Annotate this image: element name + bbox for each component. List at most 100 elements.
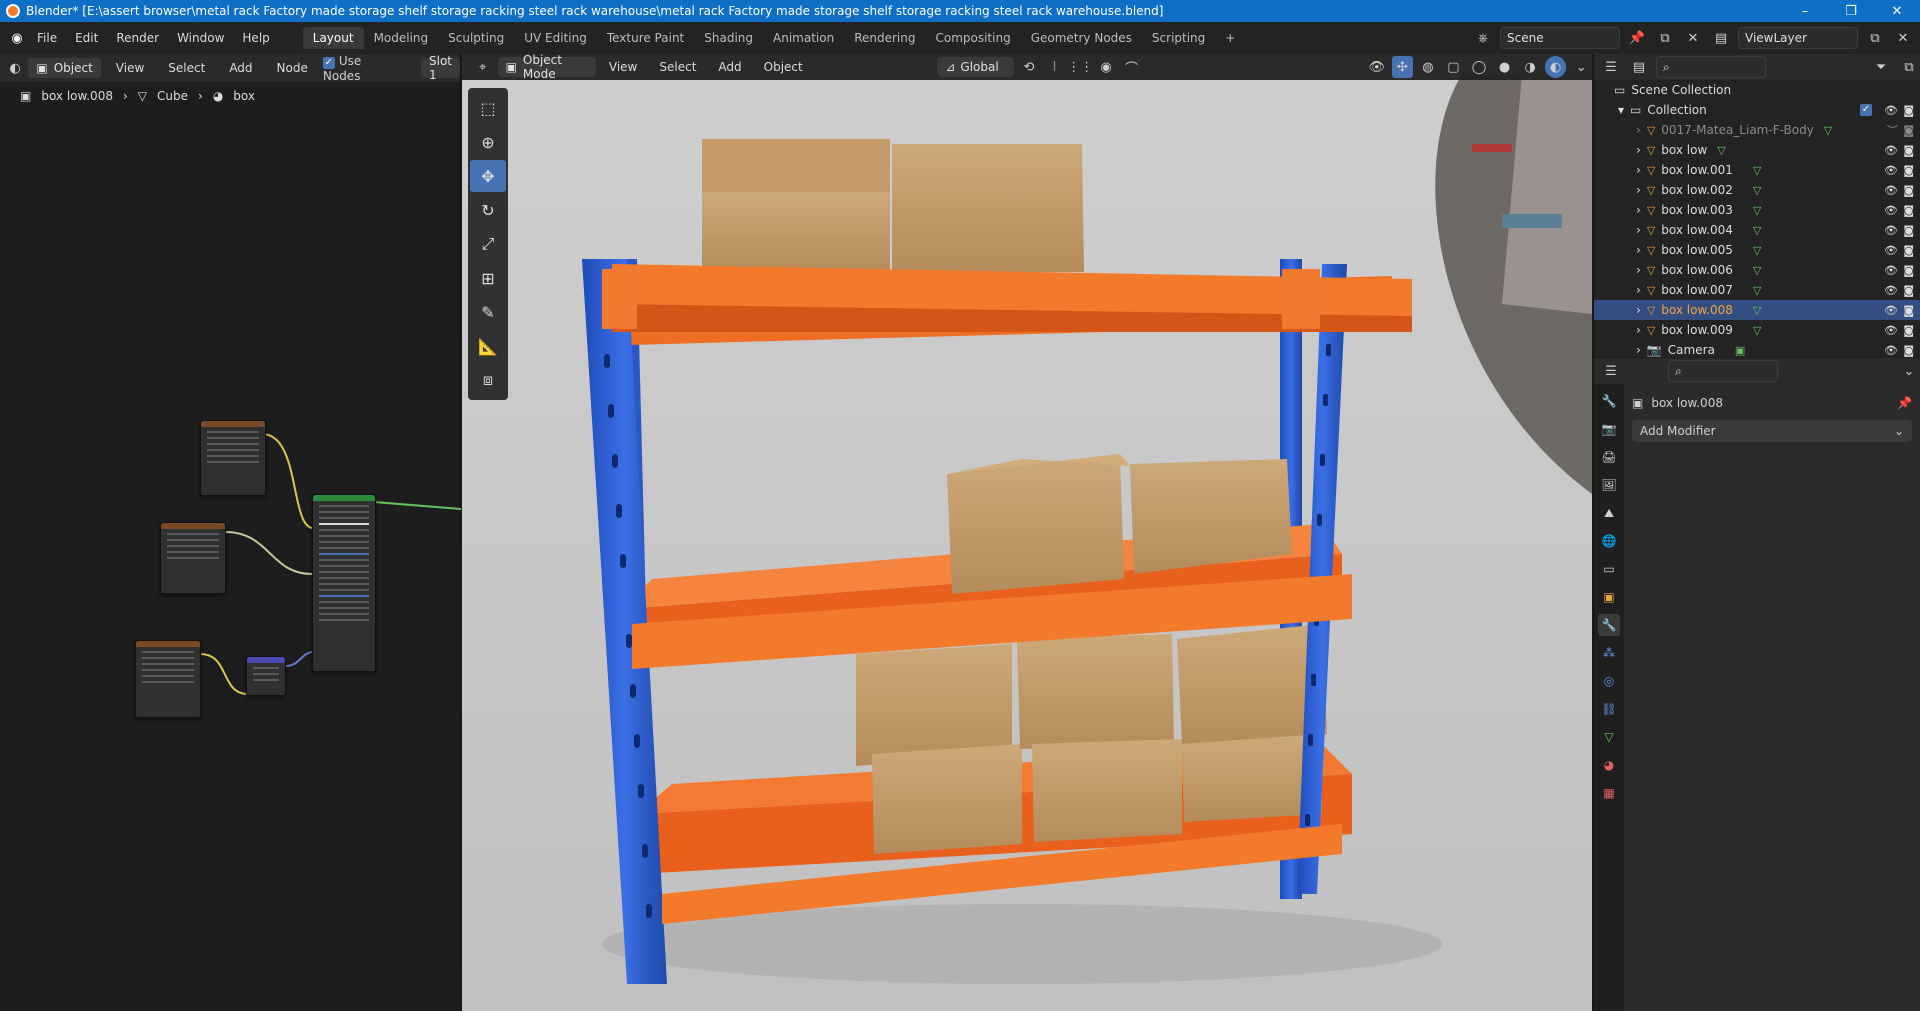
material-shading-icon[interactable]: ◑ (1519, 56, 1541, 78)
camera-render-icon[interactable]: ◙ (1903, 164, 1914, 177)
pin-icon[interactable]: 📌 (1626, 27, 1648, 49)
outliner-item[interactable]: › ▽ box low.009 ▽ 👁 ◙ (1594, 320, 1920, 340)
view-layer-tab-icon[interactable]: 🖼 (1598, 474, 1620, 496)
menu-help[interactable]: Help (233, 31, 278, 45)
camera-render-icon[interactable]: ◙ (1903, 344, 1914, 357)
eye-icon[interactable]: 👁 (1884, 284, 1898, 297)
exclude-checkbox[interactable]: ✓ (1860, 104, 1872, 116)
overlay-icon[interactable]: ◍ (1417, 56, 1439, 78)
minimize-button[interactable]: – (1782, 4, 1828, 19)
close-button[interactable]: ✕ (1874, 4, 1920, 19)
menu-window[interactable]: Window (168, 31, 233, 45)
gizmo-icon[interactable]: ✣ (1391, 56, 1414, 78)
menu-file[interactable]: File (28, 31, 66, 45)
camera-render-icon[interactable]: ◙ (1903, 244, 1914, 257)
outliner-item[interactable]: › ▽ box low.005 ▽ 👁 ◙ (1594, 240, 1920, 260)
camera-render-icon[interactable]: ◙ (1903, 204, 1914, 217)
vp-menu-add[interactable]: Add (709, 60, 750, 74)
output-tab-icon[interactable]: 🖨 (1598, 446, 1620, 468)
wireframe-shading-icon[interactable]: ◯ (1468, 56, 1490, 78)
falloff-icon[interactable]: ⌒ (1121, 56, 1143, 78)
eye-hidden-icon[interactable]: ︶ (1887, 122, 1898, 138)
camera-render-icon[interactable]: ◙ (1903, 324, 1914, 337)
chevron-down-icon[interactable]: ⌄ (1898, 360, 1920, 382)
editor-type-icon[interactable]: ⌖ (472, 56, 494, 78)
camera-render-icon[interactable]: ◙ (1903, 264, 1914, 277)
world-tab-icon[interactable]: 🌐 (1598, 530, 1620, 552)
chevron-down-icon[interactable]: ⌄ (1570, 56, 1592, 78)
xray-icon[interactable]: ▢ (1443, 56, 1465, 78)
menu-render[interactable]: Render (107, 31, 168, 45)
image-texture-node[interactable] (160, 522, 226, 594)
eye-icon[interactable]: 👁 (1884, 204, 1898, 217)
vp-menu-select[interactable]: Select (650, 60, 705, 74)
display-mode-icon[interactable]: ▤ (1628, 56, 1650, 78)
add-cube-icon[interactable]: ⧈ (470, 364, 506, 396)
new-view-layer-icon[interactable]: ⧉ (1864, 27, 1886, 49)
blender-menu-icon[interactable]: ◉ (6, 27, 28, 49)
tab-animation[interactable]: Animation (763, 27, 844, 49)
tab-layout[interactable]: Layout (302, 27, 364, 49)
maximize-button[interactable]: ❐ (1828, 4, 1874, 19)
outliner-item[interactable]: › ▽ box low.004 ▽ 👁 ◙ (1594, 220, 1920, 240)
tab-compositing[interactable]: Compositing (925, 27, 1020, 49)
cursor-icon[interactable]: ⊕ (470, 126, 506, 158)
transform-icon[interactable]: ⊞ (470, 262, 506, 294)
delete-scene-icon[interactable]: ✕ (1682, 27, 1704, 49)
render-tab-icon[interactable]: 📷 (1598, 418, 1620, 440)
tab-uv-editing[interactable]: UV Editing (514, 27, 597, 49)
menu-edit[interactable]: Edit (66, 31, 107, 45)
normal-map-node[interactable] (246, 656, 286, 696)
eye-icon[interactable]: 👁 (1884, 324, 1898, 337)
pivot-icon[interactable]: ⟲ (1018, 56, 1040, 78)
vp-menu-object[interactable]: Object (755, 60, 812, 74)
mesh-data-tab-icon[interactable]: ▽ (1598, 726, 1620, 748)
transform-orientation-dropdown[interactable]: ⊿ Global (937, 57, 1015, 77)
new-collection-icon[interactable]: ⧉ (1898, 56, 1920, 78)
snap-target-icon[interactable]: ⋮⋮ (1067, 56, 1093, 78)
collection-row[interactable]: ▾ ▭ Collection ✓ 👁 ◙ (1594, 100, 1920, 120)
object-tab-icon[interactable]: ▣ (1598, 586, 1620, 608)
add-modifier-dropdown[interactable]: Add Modifier ⌄ (1632, 420, 1912, 442)
pin-icon[interactable]: 📌 (1897, 396, 1912, 410)
image-texture-node[interactable] (200, 420, 266, 496)
eye-icon[interactable]: 👁 (1884, 164, 1898, 177)
eye-icon[interactable]: 👁 (1884, 144, 1898, 157)
tab-geometry-nodes[interactable]: Geometry Nodes (1021, 27, 1142, 49)
camera-render-icon[interactable]: ◙ (1903, 304, 1914, 317)
tool-tab-icon[interactable]: 🔧 (1598, 390, 1620, 412)
proportional-edit-icon[interactable]: ◉ (1095, 56, 1117, 78)
outliner-item-selected[interactable]: › ▽ box low.008 ▽ 👁 ◙ (1594, 300, 1920, 320)
new-scene-icon[interactable]: ⧉ (1654, 27, 1676, 49)
material-tab-icon[interactable]: ◕ (1598, 754, 1620, 776)
editor-type-icon[interactable]: ☰ (1600, 56, 1622, 78)
eye-icon[interactable]: 👁 (1884, 344, 1898, 357)
principled-bsdf-node[interactable] (312, 494, 376, 672)
outliner-item[interactable]: › ▽ 0017-Matea_Liam-F-Body ▽ ︶ ◙ (1594, 120, 1920, 140)
tab-texture-paint[interactable]: Texture Paint (597, 27, 694, 49)
image-texture-node[interactable] (135, 640, 201, 718)
delete-view-layer-icon[interactable]: ✕ (1892, 27, 1914, 49)
texture-tab-icon[interactable]: ▦ (1598, 782, 1620, 804)
outliner-item[interactable]: › ▽ box low.003 ▽ 👁 ◙ (1594, 200, 1920, 220)
outliner-item[interactable]: › ▽ box low.001 ▽ 👁 ◙ (1594, 160, 1920, 180)
eye-icon[interactable]: 👁 (1884, 184, 1898, 197)
editor-type-icon[interactable]: ☰ (1600, 360, 1622, 382)
3d-viewport[interactable]: ⌖ ▣ Object Mode View Select Add Object ⊿ G… (462, 54, 1592, 1011)
outliner-item[interactable]: › ▽ box low ▽ 👁 ◙ (1594, 140, 1920, 160)
move-icon[interactable]: ✥ (470, 160, 506, 192)
outliner-item[interactable]: › 📷 Camera ▣ 👁 ◙ (1594, 340, 1920, 360)
select-box-icon[interactable]: ⬚ (470, 92, 506, 124)
camera-render-icon[interactable]: ◙ (1903, 224, 1914, 237)
scene-collection-row[interactable]: ▭ Scene Collection (1594, 80, 1920, 100)
constraints-tab-icon[interactable]: ⛓ (1598, 698, 1620, 720)
camera-render-icon[interactable]: ◙ (1903, 104, 1914, 117)
scene-tab-icon[interactable]: ⛰ (1598, 502, 1620, 524)
tab-modeling[interactable]: Modeling (364, 27, 439, 49)
eye-icon[interactable]: 👁 (1884, 224, 1898, 237)
camera-render-icon[interactable]: ◙ (1903, 184, 1914, 197)
camera-render-icon[interactable]: ◙ (1903, 284, 1914, 297)
vp-menu-view[interactable]: View (600, 60, 646, 74)
physics-tab-icon[interactable]: ◎ (1598, 670, 1620, 692)
rotate-icon[interactable]: ↻ (470, 194, 506, 226)
